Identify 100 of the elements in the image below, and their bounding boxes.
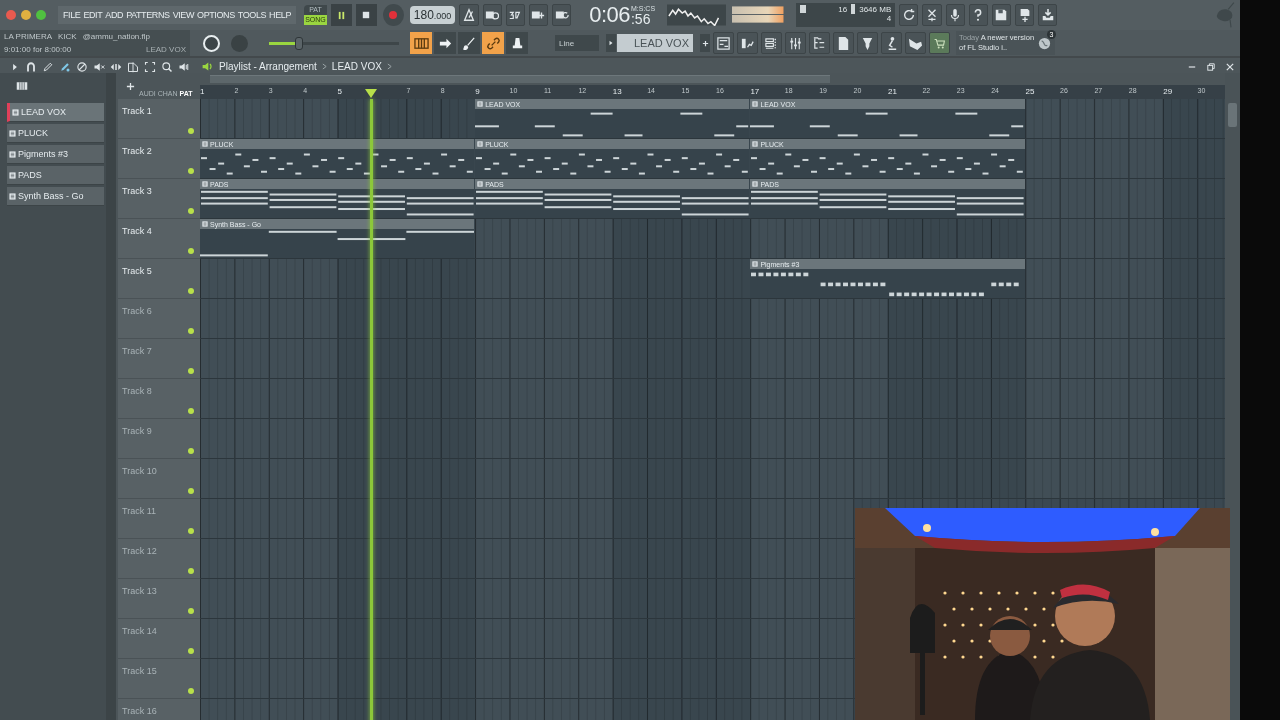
browser-button[interactable] xyxy=(809,32,830,54)
track-enable-dot[interactable] xyxy=(188,688,194,694)
mixer-button[interactable] xyxy=(785,32,806,54)
piano-clock-button[interactable] xyxy=(482,4,502,26)
track-enable-dot[interactable] xyxy=(188,608,194,614)
track-enable-dot[interactable] xyxy=(188,248,194,254)
person-button[interactable] xyxy=(881,32,902,54)
speaker-icon[interactable] xyxy=(178,60,190,73)
add-track-icon[interactable] xyxy=(126,81,135,91)
previous-pattern-button[interactable] xyxy=(606,34,616,52)
pattern-item[interactable]: Synth Bass - Go xyxy=(7,187,104,206)
track-header[interactable]: Track 7 xyxy=(118,339,200,379)
track-header[interactable]: Track 8 xyxy=(118,379,200,419)
track-header[interactable]: Track 6 xyxy=(118,299,200,339)
zoom-icon[interactable] xyxy=(161,60,173,73)
maximize-button[interactable] xyxy=(36,10,46,20)
pattern-icon xyxy=(752,261,759,267)
track-header[interactable]: Track 9 xyxy=(118,419,200,459)
magnet-icon[interactable] xyxy=(25,60,37,73)
brush-button[interactable] xyxy=(458,32,480,54)
track-enable-dot[interactable] xyxy=(188,448,194,454)
piano-keys-icon[interactable] xyxy=(16,80,28,92)
piano-roll-button[interactable] xyxy=(410,32,432,54)
delete-icon[interactable] xyxy=(76,60,88,73)
pattern-item[interactable]: Pigments #3 xyxy=(7,145,104,164)
menu-item[interactable]: TOOLS xyxy=(237,10,267,20)
stop-icon xyxy=(362,11,371,19)
volume-knob[interactable] xyxy=(203,34,220,52)
paint-icon[interactable] xyxy=(59,60,71,73)
pause-button[interactable] xyxy=(330,4,352,26)
stamp-button[interactable] xyxy=(506,32,528,54)
add-pattern-button[interactable] xyxy=(700,34,710,52)
track-header[interactable]: Track 16 xyxy=(118,699,200,720)
stop-button[interactable] xyxy=(355,4,377,26)
track-enable-dot[interactable] xyxy=(188,168,194,174)
pattern-crumb[interactable]: LEAD VOX xyxy=(331,61,382,72)
track-enable-dot[interactable] xyxy=(188,528,194,534)
step-sequencer-button[interactable] xyxy=(737,32,758,54)
track-header[interactable]: Track 11 xyxy=(118,499,200,539)
scissors-button[interactable] xyxy=(922,4,942,26)
menu-item[interactable]: PATTERNS xyxy=(126,10,170,20)
bar-number: 17 xyxy=(750,87,760,96)
track-enable-dot[interactable] xyxy=(188,648,194,654)
close-icon[interactable] xyxy=(1226,62,1234,71)
piano-plus-button[interactable] xyxy=(528,4,548,26)
pattern-item[interactable]: PLUCK xyxy=(7,124,104,143)
track-header[interactable]: Track 13 xyxy=(118,579,200,619)
track-header[interactable]: Track 1 xyxy=(118,99,200,139)
piano-loop-button[interactable] xyxy=(552,4,572,26)
track-enable-dot[interactable] xyxy=(188,488,194,494)
select-icon[interactable] xyxy=(144,60,156,73)
track-enable-dot[interactable] xyxy=(188,568,194,574)
menu-item[interactable]: FILE xyxy=(63,10,81,20)
track-enable-dot[interactable] xyxy=(188,128,194,134)
download-button[interactable] xyxy=(1038,4,1058,26)
refresh-button[interactable] xyxy=(899,4,919,26)
menu-item[interactable]: VIEW xyxy=(172,10,195,20)
pattern-selector[interactable]: LEAD VOX xyxy=(617,34,693,52)
countdown-button[interactable] xyxy=(505,4,525,26)
microphone-button[interactable] xyxy=(945,4,965,26)
track-header[interactable]: Track 5 xyxy=(118,259,200,299)
snap-dropdown[interactable]: Line xyxy=(555,35,599,51)
menu-item[interactable]: ADD xyxy=(105,10,124,20)
track-header[interactable]: Track 2 xyxy=(118,139,200,179)
menu-item[interactable]: OPTIONS xyxy=(197,10,235,20)
help-button[interactable] xyxy=(968,4,988,26)
mute-icon[interactable] xyxy=(93,60,105,73)
track-header[interactable]: Track 14 xyxy=(118,619,200,659)
track-enable-dot[interactable] xyxy=(188,408,194,414)
save-plus-button[interactable] xyxy=(1015,4,1035,26)
minimize-button[interactable] xyxy=(21,10,31,20)
slider-thumb[interactable] xyxy=(294,36,303,50)
pattern-item[interactable]: LEAD VOX xyxy=(7,103,104,122)
tempo-display[interactable]: 180.000 xyxy=(409,6,456,24)
globe-icon[interactable] xyxy=(1037,35,1052,51)
document-button[interactable] xyxy=(833,32,854,54)
slice-icon[interactable] xyxy=(127,60,139,73)
track-header[interactable]: Track 15 xyxy=(118,659,200,699)
track-enable-dot[interactable] xyxy=(188,288,194,294)
track-header[interactable]: Track 10 xyxy=(118,459,200,499)
menu-item[interactable]: EDIT xyxy=(83,10,103,20)
track-enable-dot[interactable] xyxy=(188,368,194,374)
track-enable-dot[interactable] xyxy=(188,208,194,214)
speaker-icon[interactable] xyxy=(201,60,214,73)
restore-icon[interactable] xyxy=(1207,62,1215,71)
shop-button[interactable] xyxy=(929,32,950,54)
pattern-item[interactable]: PADS xyxy=(7,166,104,185)
channel-rack-button[interactable] xyxy=(761,32,782,54)
save-button[interactable] xyxy=(991,4,1011,26)
menu-item[interactable]: HELP xyxy=(269,10,292,20)
scroll-thumb[interactable] xyxy=(1228,103,1237,127)
track-header[interactable]: Track 12 xyxy=(118,539,200,579)
track-header[interactable]: Track 4 xyxy=(118,219,200,259)
track-header[interactable]: Track 3 xyxy=(118,179,200,219)
metronome-button[interactable] xyxy=(459,4,479,26)
track-enable-dot[interactable] xyxy=(188,328,194,334)
pencil-icon[interactable] xyxy=(42,60,54,73)
link-button[interactable] xyxy=(482,32,504,54)
playlist-button[interactable] xyxy=(713,32,734,54)
arrow-button[interactable] xyxy=(434,32,456,54)
